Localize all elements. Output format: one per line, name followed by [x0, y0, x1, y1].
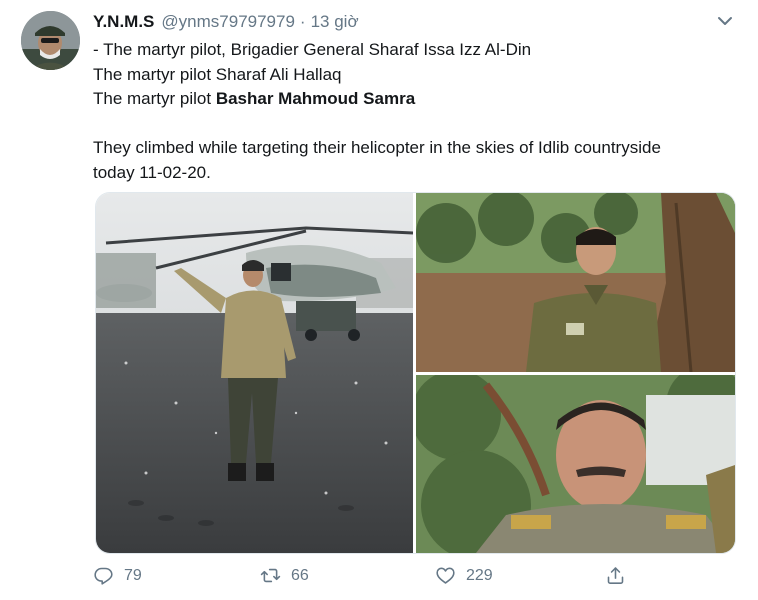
photo-helicopter-pilot[interactable]: [96, 193, 413, 553]
tweet-actions: 79 66 229: [93, 565, 743, 591]
text-prefix: The martyr pilot: [93, 89, 216, 108]
reply-count: 79: [124, 566, 142, 584]
reply-button[interactable]: 79: [93, 565, 142, 586]
text-line: today 11-02-20.: [93, 162, 211, 182]
timestamp[interactable]: 13 giờ: [311, 12, 359, 32]
text-line: The martyr pilot Bashar Mahmoud Samra: [93, 87, 743, 112]
display-name[interactable]: Y.N.M.S: [93, 12, 154, 32]
avatar-image: [21, 11, 80, 70]
tweet-text: - The martyr pilot, Brigadier General Sh…: [93, 38, 743, 185]
chevron-down-icon: [718, 17, 732, 25]
photo-young-pilot-image: [416, 193, 735, 372]
media-grid: [95, 192, 736, 554]
photo-officer-image: [416, 375, 735, 553]
photo-helicopter-image: [96, 193, 413, 553]
photo-officer[interactable]: [416, 375, 735, 553]
bold-name: Bashar Mahmoud Samra: [215, 89, 416, 108]
share-button[interactable]: [605, 565, 636, 586]
retweet-icon: [260, 568, 281, 583]
tweet-header: Y.N.M.S @ynms79797979 · 13 giờ: [93, 10, 359, 34]
heart-icon: [436, 567, 455, 584]
retweet-button[interactable]: 66: [260, 565, 309, 586]
photo-young-pilot[interactable]: [416, 193, 735, 372]
like-count: 229: [466, 566, 493, 584]
retweet-count: 66: [291, 566, 309, 584]
separator-dot: ·: [299, 12, 306, 31]
tweet-card[interactable]: Y.N.M.S @ynms79797979 · 13 giờ - The mar…: [0, 0, 758, 600]
more-options-button[interactable]: [715, 11, 735, 31]
avatar[interactable]: [21, 11, 80, 70]
reply-icon: [94, 567, 113, 585]
user-handle[interactable]: @ynms79797979: [161, 12, 295, 32]
text-line: They climbed while targeting their helic…: [93, 138, 661, 157]
like-button[interactable]: 229: [435, 565, 493, 586]
share-icon: [607, 567, 624, 584]
text-line: The martyr pilot Sharaf Ali Hallaq: [93, 64, 342, 84]
text-line: - The martyr pilot, Brigadier General Sh…: [93, 40, 532, 59]
